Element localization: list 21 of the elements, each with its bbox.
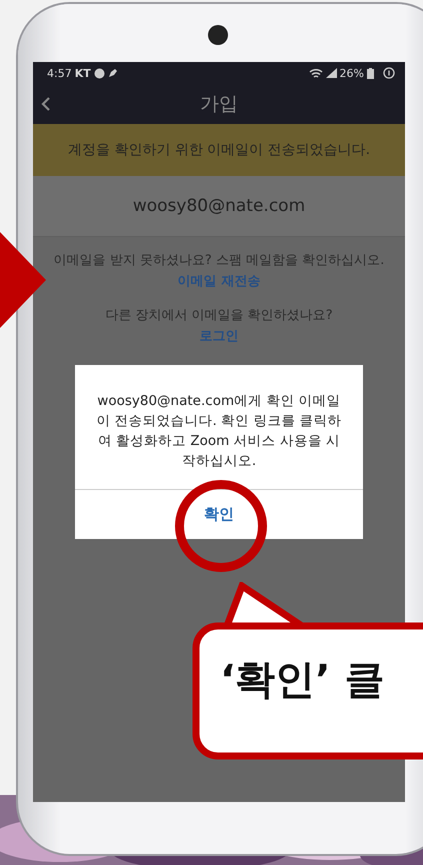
confirm-button[interactable]: 확인 [196, 503, 242, 526]
notification-icon [383, 67, 395, 79]
other-device-prompt: 다른 장치에서 이메일을 확인하셨나요? [105, 307, 333, 324]
callout-text: ‘확인’ 클 [220, 656, 384, 705]
resend-prompt: 이메일을 받지 못하셨나요? 스팸 메일함을 확인하십시오. [54, 252, 384, 269]
camera-icon [208, 25, 228, 45]
carrier-label: KT [74, 66, 91, 80]
battery-icon [367, 68, 374, 78]
back-icon [41, 96, 51, 112]
resend-link[interactable]: 이메일 재전송 [178, 272, 260, 290]
signal-icon [326, 68, 337, 78]
notice-banner: 계정을 확인하기 위한 이메일이 전송되었습니다. [33, 124, 405, 176]
email-address: woosy80@nate.com [33, 176, 405, 237]
battery-percent: 26% [340, 66, 364, 80]
pencil-icon [108, 68, 118, 78]
status-time: 4:57 [47, 66, 72, 80]
login-link[interactable]: 로그인 [200, 327, 238, 345]
arrow-icon [0, 232, 46, 328]
dialog-message: woosy80@nate.com에게 확인 이메일이 전송되었습니다. 확인 링크를 클릭하여 활성화하고 Zoom 서비스 사용을 시작하십시오. [75, 365, 363, 490]
page-title: 가입 [200, 93, 238, 115]
wifi-icon [308, 68, 323, 78]
